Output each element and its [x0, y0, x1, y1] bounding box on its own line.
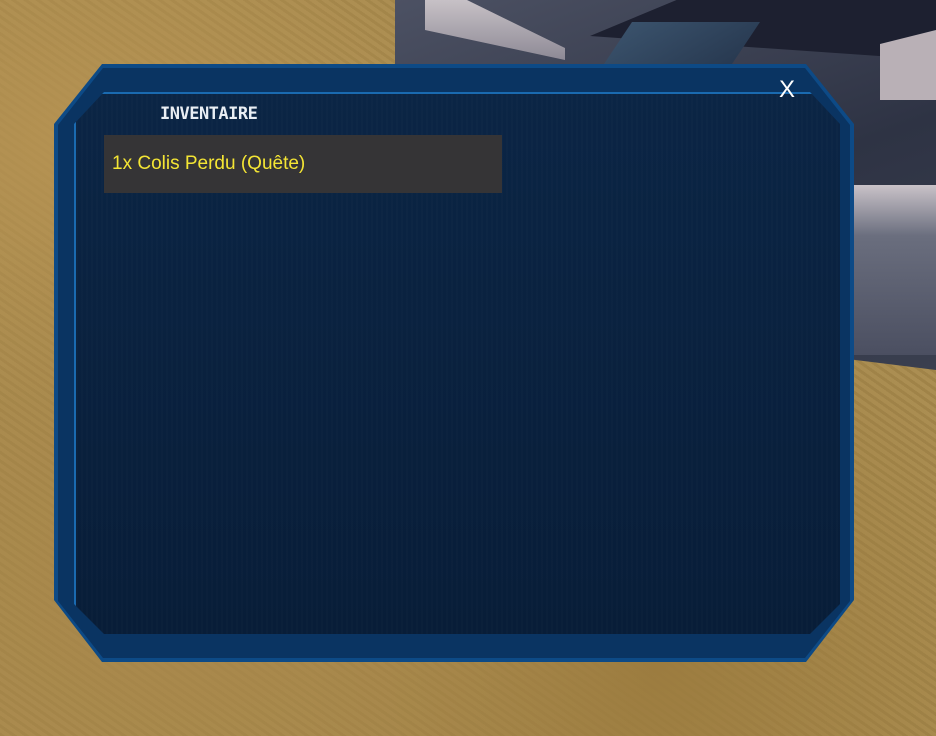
inventory-list: 1x Colis Perdu (Quête): [104, 135, 502, 193]
window-title: INVENTAIRE: [160, 104, 258, 124]
close-button[interactable]: X: [776, 77, 798, 103]
inventory-item-label: 1x Colis Perdu (Quête): [112, 153, 306, 174]
building-wall: [852, 185, 936, 355]
inventory-item[interactable]: 1x Colis Perdu (Quête): [104, 135, 502, 193]
